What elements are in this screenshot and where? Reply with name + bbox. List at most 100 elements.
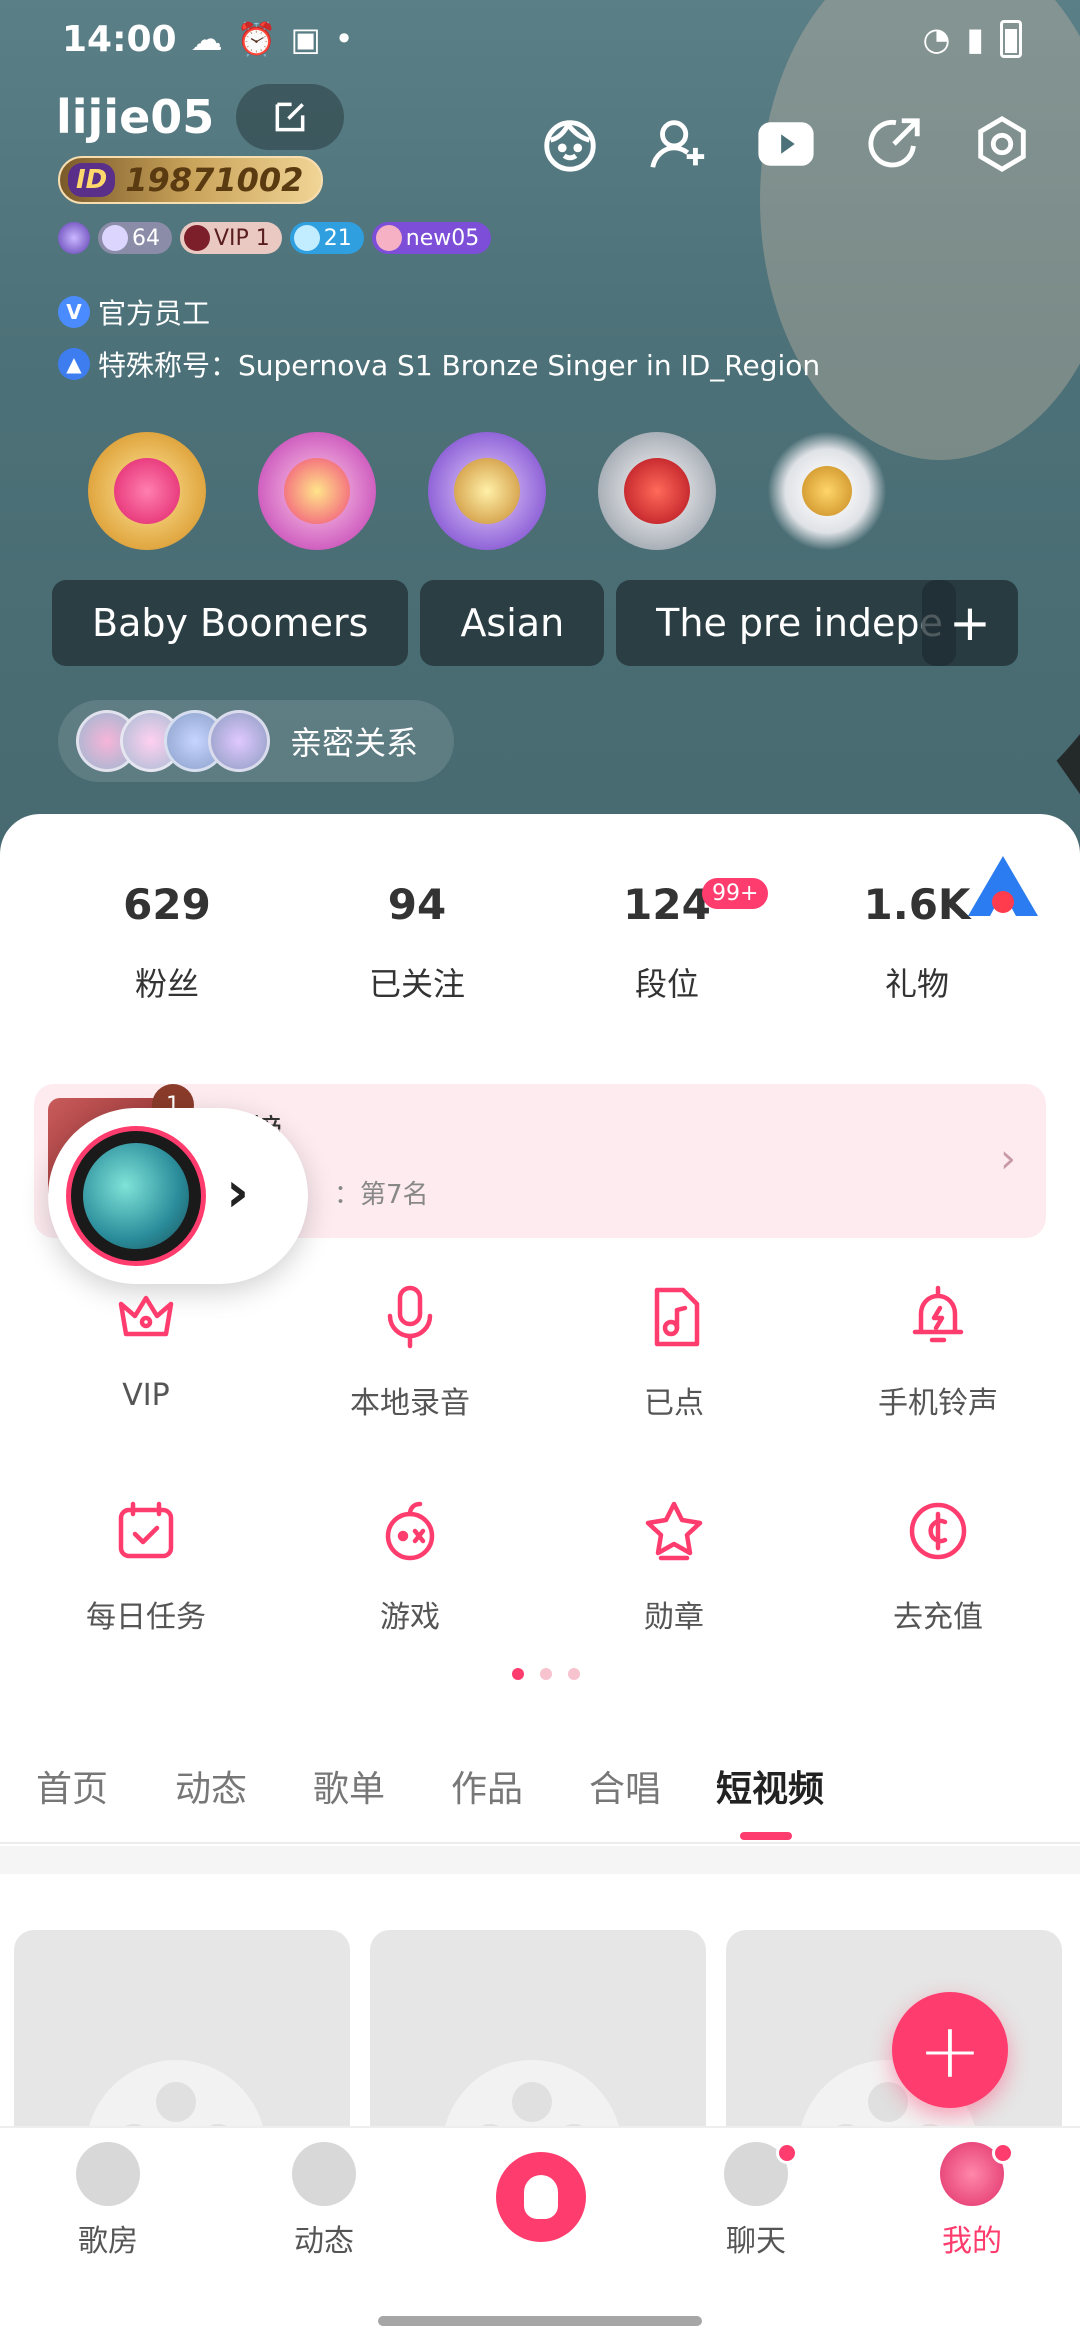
avatar-face-button[interactable] [538, 112, 602, 176]
tag-chip[interactable]: Baby Boomers [52, 580, 409, 666]
nav-me[interactable]: 我的 [864, 2128, 1080, 2276]
planet-icon [292, 2142, 356, 2206]
tab-duets[interactable]: 合唱 [572, 1760, 678, 1842]
add-tag-button[interactable]: + [922, 580, 1018, 666]
grid-ringtones[interactable]: 手机铃声 [806, 1282, 1070, 1422]
intimacy-relations[interactable]: 亲密关系 [58, 700, 455, 782]
winged-medal-icon[interactable] [760, 424, 894, 558]
microphone-icon [387, 1285, 433, 1349]
user-id-number: 19871002 [125, 161, 304, 199]
verified-icon: V [58, 296, 90, 328]
grid-recharge[interactable]: 去充值 [806, 1496, 1070, 1636]
singer-level-badge[interactable]: 21 [289, 222, 364, 254]
create-button[interactable]: + [892, 1992, 1008, 2108]
nav-chat[interactable]: 聊天 [648, 2128, 864, 2276]
wealth-level-badge[interactable] [58, 222, 90, 254]
nav-song-room[interactable]: 歌房 [0, 2128, 216, 2276]
edit-icon [275, 102, 305, 132]
grid-page-indicator [512, 1668, 580, 1680]
calendar-check-icon [118, 1501, 174, 1559]
face-icon [544, 120, 596, 172]
gem-icon [293, 225, 320, 251]
tag-chip[interactable]: The pre indepe [616, 580, 957, 666]
microphone-icon [524, 2175, 558, 2219]
tag-chip[interactable]: Asian [420, 580, 605, 666]
video-play-icon [758, 122, 814, 166]
status-time: 14:00 [62, 18, 177, 60]
stat-gifts[interactable]: 1.6K 礼物 [792, 880, 1042, 1005]
special-title-text: 特殊称号：Supernova S1 Bronze Singer in ID_Re… [98, 349, 821, 382]
feature-grid-row: 每日任务 游戏 勋章 去充值 [0, 1496, 1080, 1636]
rank-count-badge: 99+ [702, 878, 769, 909]
home-indicator[interactable] [378, 2316, 702, 2326]
crest-icon [58, 222, 90, 254]
stat-following[interactable]: 94 已关注 [292, 880, 542, 1005]
nav-feed[interactable]: 动态 [216, 2128, 432, 2276]
grid-local-recording[interactable]: 本地录音 [278, 1282, 542, 1422]
battery-icon [1000, 20, 1022, 58]
tab-works[interactable]: 作品 [434, 1760, 540, 1842]
video-button[interactable] [754, 112, 818, 176]
vip-level-badge[interactable]: VIP 1 [180, 222, 282, 254]
add-user-icon [650, 120, 705, 168]
gear-icon [978, 115, 1026, 173]
profile-tags: Baby Boomers Asian The pre indepe [52, 580, 957, 666]
page-dot-active [512, 1668, 524, 1680]
floating-music-player[interactable]: › [48, 1108, 308, 1284]
crown-icon [118, 1295, 174, 1337]
edit-profile-button[interactable] [236, 84, 344, 150]
red-crystal-medal-icon[interactable] [590, 424, 724, 558]
medal-wall [80, 424, 894, 558]
unread-dot [992, 2142, 1014, 2164]
status-bar: 14:00 ☁ ⏰ ▣ • ◔ ▮ [0, 0, 1080, 78]
grid-ordered-songs[interactable]: 已点 [542, 1282, 806, 1422]
stats-row: 629 粉丝 94 已关注 124 99+ 段位 1.6K 礼物 [0, 878, 1080, 1005]
grid-vip[interactable]: VIP [14, 1282, 278, 1422]
grid-games[interactable]: 游戏 [278, 1496, 542, 1636]
chevron-right-icon: › [1000, 1136, 1016, 1182]
share-button[interactable] [862, 112, 926, 176]
share-icon [868, 118, 920, 168]
family-badge[interactable]: new05 [371, 222, 492, 254]
level-badges: 64 VIP 1 21 new05 [58, 222, 492, 254]
stat-fans[interactable]: 629 粉丝 [42, 880, 292, 1005]
page-dot [540, 1668, 552, 1680]
chevron-right-icon: › [226, 1160, 250, 1225]
content-tabs: 首页 动态 歌单 作品 合唱 短视频 [0, 1760, 1080, 1844]
tab-feed[interactable]: 动态 [158, 1760, 264, 1842]
grid-daily-tasks[interactable]: 每日任务 [14, 1496, 278, 1636]
heart-medal-icon[interactable] [80, 424, 214, 558]
crown-icon [184, 225, 210, 251]
family-icon [375, 225, 402, 251]
intimacy-avatar [208, 710, 270, 772]
grid-medals[interactable]: 勋章 [542, 1496, 806, 1636]
unread-dot [776, 2142, 798, 2164]
special-title-line: ▲ 特殊称号：Supernova S1 Bronze Singer in ID_… [58, 344, 820, 384]
header-actions [538, 112, 1034, 176]
title-icon: ▲ [58, 348, 90, 380]
staff-label: 官方员工 [98, 297, 211, 330]
settings-button[interactable] [970, 112, 1034, 176]
wifi-icon: ◔ [922, 20, 951, 58]
tab-short-videos[interactable]: 短视频 [710, 1760, 830, 1842]
dot-icon: • [334, 20, 354, 58]
diamond-level-badge[interactable]: 64 [98, 222, 172, 254]
cloud-icon: ☁ [190, 20, 223, 58]
tab-playlists[interactable]: 歌单 [296, 1760, 402, 1842]
diamond-icon [102, 225, 128, 251]
album-disc [66, 1126, 206, 1266]
ranking-position: ：第7名 [334, 1180, 429, 1210]
stat-rank[interactable]: 124 99+ 段位 [542, 878, 792, 1005]
add-friend-button[interactable] [646, 112, 710, 176]
user-id-badge[interactable]: ID 19871002 [58, 156, 324, 204]
page-dot [568, 1668, 580, 1680]
guitar-medal-icon[interactable] [420, 424, 554, 558]
gamepad-icon [385, 1501, 435, 1561]
star-medal-icon[interactable] [250, 424, 384, 558]
tabs-divider [0, 1846, 1080, 1874]
tab-home[interactable]: 首页 [18, 1760, 126, 1842]
star-medal-icon [645, 1501, 703, 1561]
feature-grid-row: VIP 本地录音 已点 手机铃声 [0, 1282, 1080, 1422]
id-mark: ID [68, 163, 116, 197]
sing-button[interactable] [496, 2152, 586, 2242]
